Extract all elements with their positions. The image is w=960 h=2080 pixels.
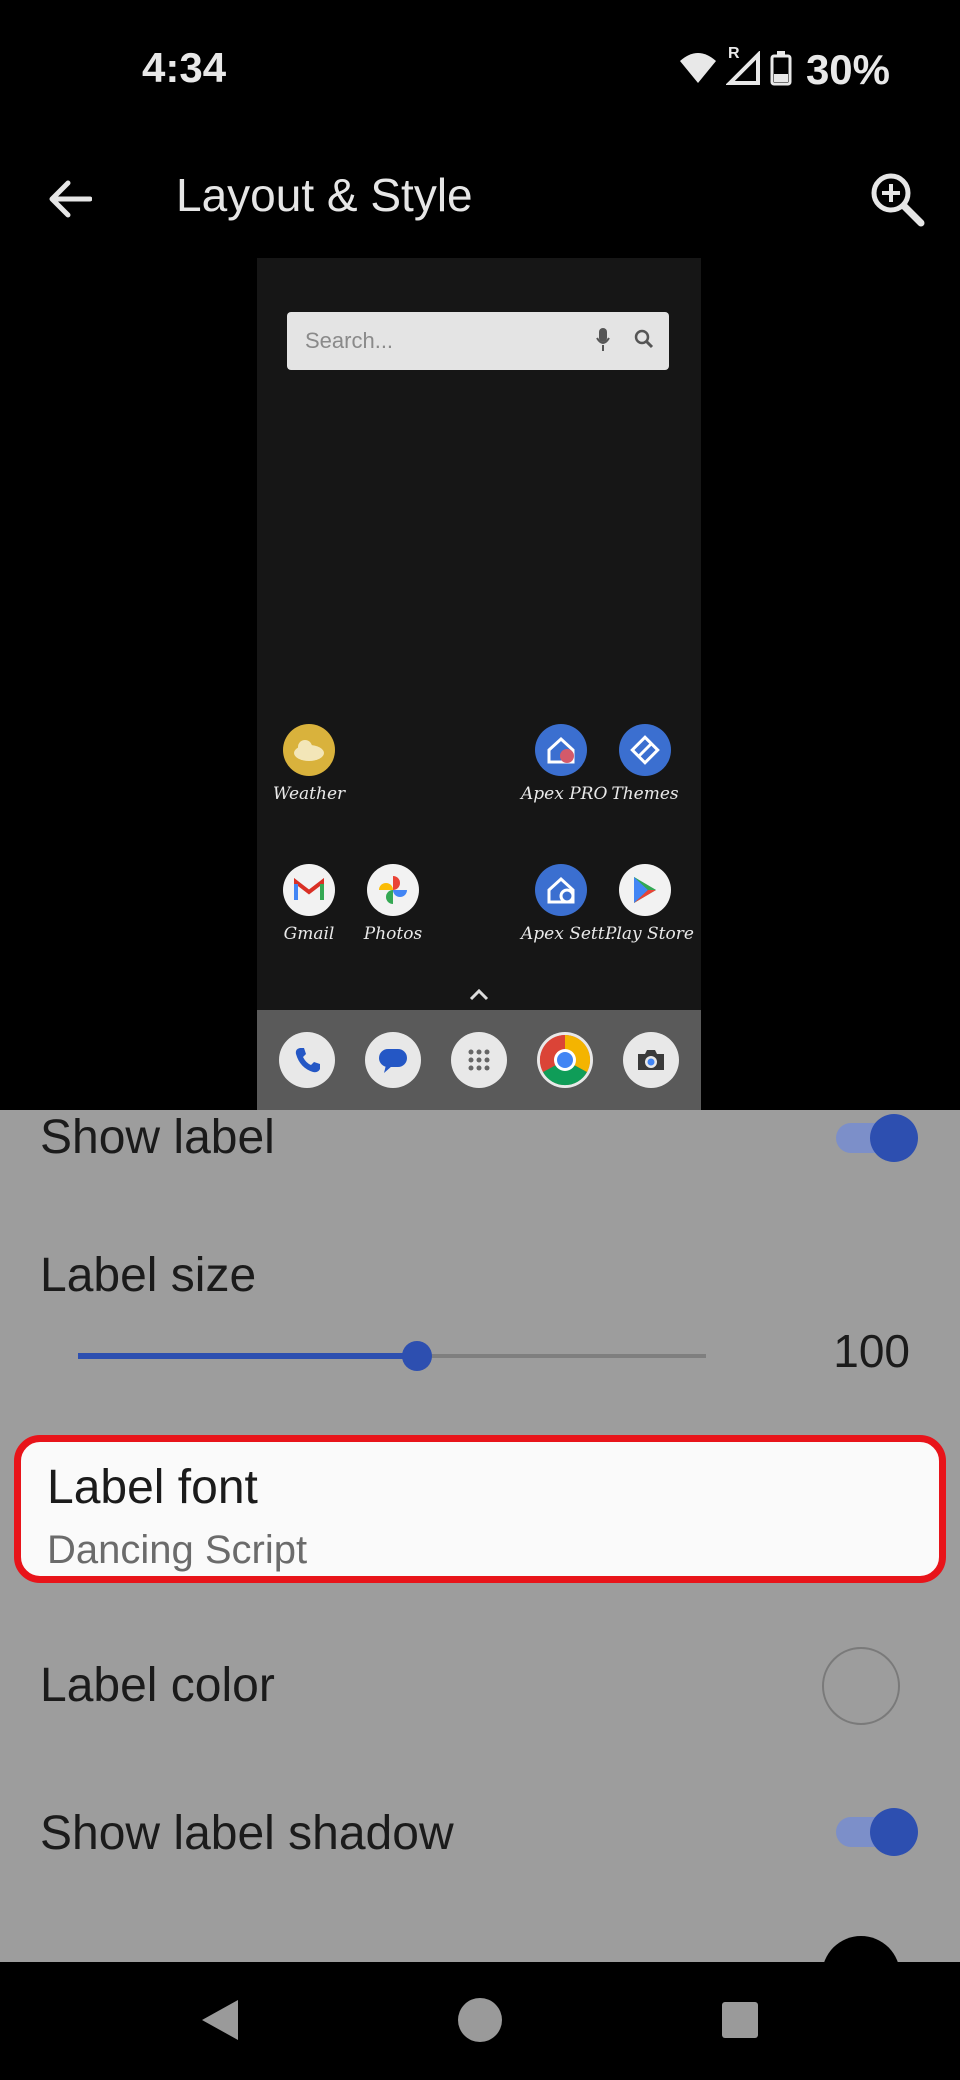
gmail-icon: [283, 864, 335, 916]
label-size-slider[interactable]: [78, 1341, 706, 1371]
preview-app-apex-pro: Apex PRO: [521, 724, 608, 804]
messages-icon: [365, 1032, 421, 1088]
preview-app-label: Themes: [611, 784, 679, 804]
preview-app-label: Apex PRO: [521, 784, 608, 804]
preview-app-gmail: Gmail: [269, 864, 349, 944]
app-drawer-icon: [451, 1032, 507, 1088]
chevron-up-icon: [468, 988, 490, 1007]
show-label-toggle[interactable]: [836, 1114, 918, 1162]
zoom-button[interactable]: [860, 162, 934, 236]
show-label-shadow-title: Show label shadow: [40, 1807, 454, 1860]
label-color-title: Label color: [40, 1659, 275, 1712]
preview-app-label: Gmail: [283, 924, 335, 944]
status-bar: 4:34 R 30%: [0, 0, 960, 140]
chrome-icon: [537, 1032, 593, 1088]
navigation-bar: [0, 1962, 960, 2080]
label-font-summary: Dancing Script: [47, 1528, 308, 1572]
back-button[interactable]: [36, 166, 102, 232]
settings-sheet: Show label Label size 100 Label font Dan…: [0, 1110, 960, 1962]
themes-icon: [619, 724, 671, 776]
preview-app-play-store: Play Store: [605, 864, 694, 944]
preview-app-label: Apex Sett...: [521, 924, 621, 944]
show-label-shadow-toggle[interactable]: [836, 1808, 918, 1856]
phone-icon: [279, 1032, 335, 1088]
photos-icon: [367, 864, 419, 916]
app-bar: Layout & Style: [0, 140, 960, 260]
preview-app-apex-settings: Apex Sett...: [521, 864, 621, 944]
slider-thumb[interactable]: [402, 1341, 433, 1371]
arrow-left-icon: [49, 180, 92, 218]
zoom-in-icon: [871, 173, 925, 227]
battery-icon: [770, 50, 792, 91]
preview-app-label: Photos: [363, 924, 423, 944]
toggle-thumb: [870, 1808, 918, 1856]
cell-signal-icon: R: [725, 45, 762, 90]
mic-icon: [595, 326, 611, 359]
search-icon: [633, 328, 655, 355]
label-font-setting[interactable]: Label font Dancing Script: [14, 1435, 946, 1583]
label-font-title: Label font: [47, 1461, 258, 1514]
preview-search-bar: Search...: [287, 312, 669, 370]
label-size-value: 100: [833, 1325, 910, 1377]
apex-settings-icon: [535, 864, 587, 916]
toggle-thumb: [870, 1114, 918, 1162]
circle-home-icon: [458, 1998, 502, 2042]
preview-search-placeholder: Search...: [305, 328, 394, 353]
battery-percent: 30%: [805, 46, 890, 93]
square-recents-icon: [722, 2002, 758, 2038]
triangle-back-icon: [202, 2000, 238, 2040]
roaming-indicator: R: [727, 44, 740, 62]
wifi-icon: [678, 51, 718, 90]
camera-icon: [623, 1032, 679, 1088]
preview-app-photos: Photos: [353, 864, 433, 944]
play-store-icon: [619, 864, 671, 916]
preview-app-themes: Themes: [605, 724, 685, 804]
status-time: 4:34: [142, 44, 227, 91]
label-shadow-color-swatch[interactable]: [822, 1936, 900, 1962]
nav-recents-button[interactable]: [710, 1990, 770, 2050]
label-color-swatch[interactable]: [822, 1647, 900, 1725]
show-label-title: Show label: [40, 1111, 275, 1164]
label-size-title: Label size: [40, 1249, 257, 1302]
preview-app-label: Weather: [272, 784, 346, 804]
page-title: Layout & Style: [176, 169, 473, 221]
nav-back-button[interactable]: [190, 1990, 250, 2050]
apex-pro-icon: [535, 724, 587, 776]
home-screen-preview: Search... Weather Apex PRO Themes Gmail: [257, 258, 701, 1110]
preview-app-label: Play Store: [605, 924, 694, 944]
status-icons: R 30%: [678, 45, 890, 94]
preview-app-weather: Weather: [269, 724, 349, 804]
weather-icon: [283, 724, 335, 776]
preview-dock: [257, 1010, 701, 1110]
slider-fill: [78, 1353, 418, 1359]
nav-home-button[interactable]: [450, 1990, 510, 2050]
